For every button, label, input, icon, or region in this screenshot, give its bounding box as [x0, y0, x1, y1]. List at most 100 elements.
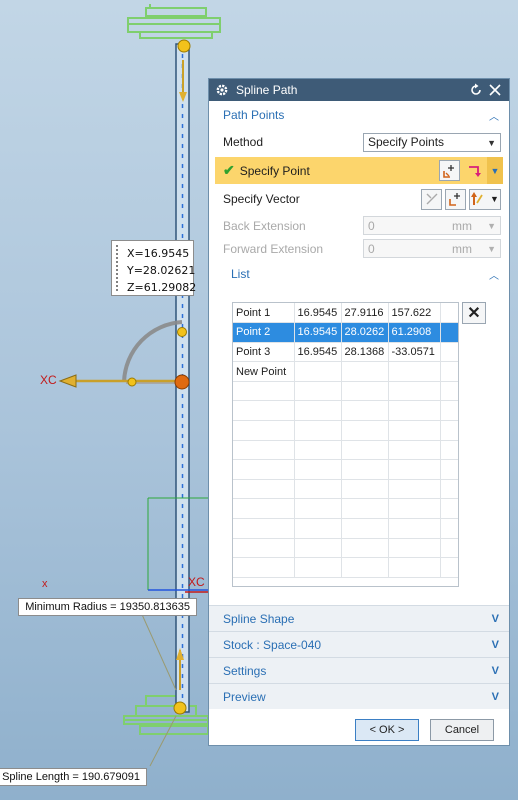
empty-row: [233, 538, 458, 559]
minimum-radius-label: Minimum Radius = 19350.813635: [18, 598, 197, 616]
back-extension-row: Back Extension 0 mm ▼: [209, 214, 509, 237]
x-coordinate: X=16.9545: [127, 247, 190, 260]
bottom-fitting-wireframe: [123, 695, 209, 735]
dialog-titlebar[interactable]: Spline Path: [209, 79, 509, 101]
forward-extension-label: Forward Extension: [223, 241, 324, 256]
chevron-up-icon: ︿: [489, 111, 499, 123]
vector-dialog-icon[interactable]: [445, 188, 466, 210]
point-y-cell: 28.0262: [341, 322, 389, 343]
point-coordinate-readout: X=16.9545 Y=28.02621 Z=61.29082: [111, 240, 197, 296]
empty-row: [233, 557, 458, 578]
drag-grip[interactable]: [115, 244, 120, 292]
preview-title: Preview: [223, 689, 266, 704]
point-z-cell: -33.0571: [388, 342, 441, 363]
specify-point-row[interactable]: ✔ Specify Point ▼: [215, 157, 503, 184]
point-x-cell: 16.9545: [294, 342, 342, 363]
dropdown-arrow-icon: ▼: [487, 244, 496, 254]
specify-vector-row: Specify Vector ▼: [209, 184, 509, 214]
cancel-button[interactable]: Cancel: [430, 719, 494, 741]
point-dialog-icon[interactable]: [439, 160, 460, 181]
empty-row: [233, 400, 458, 422]
chevron-down-icon: V: [491, 690, 499, 703]
empty-row: [233, 420, 458, 441]
chevron-down-icon: V: [491, 638, 499, 651]
point-type-dropdown[interactable]: ▼: [487, 157, 503, 184]
point-name-cell: Point 3: [233, 342, 295, 363]
inferred-vector-icon[interactable]: ▼: [469, 188, 501, 210]
stock-header[interactable]: Stock : Space-040 V: [209, 631, 509, 657]
back-extension-value: 0: [368, 218, 375, 233]
reverse-direction-icon[interactable]: [421, 188, 442, 210]
table-row[interactable]: Point 2 16.9545 28.0262 61.2908: [233, 322, 458, 343]
specify-vector-label: Specify Vector: [223, 192, 300, 206]
settings-title: Settings: [223, 663, 267, 678]
top-fitting-wireframe: [127, 4, 221, 39]
table-row[interactable]: New Point: [233, 361, 458, 382]
empty-row: [233, 498, 458, 520]
delete-point-button[interactable]: ✕: [462, 302, 486, 324]
list-title: List: [231, 267, 250, 281]
chevron-down-icon: V: [491, 664, 499, 677]
forward-extension-value: 0: [368, 241, 375, 256]
point-list-table[interactable]: Point 1 16.9545 27.9116 157.622 Point 2 16.95…: [232, 302, 459, 587]
method-value: Specify Points: [368, 135, 445, 149]
xc-axis-label-2: XC: [188, 575, 205, 589]
inferred-point-icon[interactable]: [464, 160, 485, 181]
ok-button[interactable]: < OK >: [355, 719, 419, 741]
method-row: Method Specify Points ▼: [209, 129, 509, 155]
x-axis-label: x: [42, 578, 48, 590]
path-points-title: Path Points: [223, 108, 285, 122]
spline-path-dialog: Spline Path Path Points ︿ Method Specify…: [208, 78, 510, 746]
forward-extension-unit: mm: [452, 241, 472, 256]
specify-point-label: Specify Point: [239, 163, 310, 178]
method-label: Method: [223, 135, 264, 149]
xc-axis-label: XC: [40, 373, 57, 387]
empty-row: [233, 479, 458, 500]
point-name-cell: New Point: [233, 361, 295, 382]
empty-row: [233, 440, 458, 461]
chevron-down-icon: V: [491, 612, 499, 625]
z-coordinate: Z=61.29082: [127, 281, 197, 294]
table-row[interactable]: Point 1 16.9545 27.9116 157.622: [233, 303, 458, 324]
point-z-cell: [388, 361, 441, 382]
point-name-cell: Point 1: [233, 303, 295, 324]
point-z-cell: 157.622: [388, 303, 441, 324]
stock-title: Stock : Space-040: [223, 637, 322, 652]
empty-row: [233, 518, 458, 539]
point-y-cell: [341, 361, 389, 382]
dropdown-arrow-icon: ▼: [487, 137, 496, 148]
xc-arrowhead: [58, 374, 77, 388]
gear-icon[interactable]: [215, 83, 229, 97]
point-z-cell: 61.2908: [388, 322, 441, 343]
point-x-cell: 16.9545: [294, 303, 342, 324]
point-y-cell: 28.1368: [341, 342, 389, 363]
path-points-header[interactable]: Path Points ︿: [209, 104, 509, 126]
empty-row: [233, 459, 458, 480]
point-x-cell: [294, 361, 342, 382]
point-y-cell: 27.9116: [341, 303, 389, 324]
back-extension-label: Back Extension: [223, 218, 306, 233]
spline-shape-header[interactable]: Spline Shape V: [209, 605, 509, 631]
forward-extension-row: Forward Extension 0 mm ▼: [209, 237, 509, 260]
back-extension-unit: mm: [452, 218, 472, 233]
forward-extension-input: 0 mm ▼: [363, 239, 501, 258]
table-row[interactable]: Point 3 16.9545 28.1368 -33.0571: [233, 342, 458, 363]
checkmark-icon: ✔: [223, 162, 235, 178]
dialog-title: Spline Path: [236, 83, 298, 97]
point-x-cell: 16.9545: [294, 322, 342, 343]
preview-header[interactable]: Preview V: [209, 683, 509, 709]
empty-row: [233, 381, 458, 402]
settings-header[interactable]: Settings V: [209, 657, 509, 683]
dropdown-arrow-icon: ▼: [487, 221, 496, 231]
reset-icon[interactable]: [468, 82, 484, 98]
back-extension-input: 0 mm ▼: [363, 216, 501, 235]
close-icon[interactable]: [487, 82, 503, 98]
angle-handle-arc: [122, 320, 183, 383]
spline-length-label: Spline Length = 190.679091: [0, 768, 147, 786]
y-coordinate: Y=28.02621: [127, 264, 196, 277]
method-select[interactable]: Specify Points ▼: [363, 132, 501, 152]
point-name-cell: Point 2: [233, 322, 295, 343]
list-header[interactable]: List ︿: [209, 263, 509, 285]
spline-shape-title: Spline Shape: [223, 611, 295, 626]
chevron-up-icon: ︿: [489, 270, 499, 282]
